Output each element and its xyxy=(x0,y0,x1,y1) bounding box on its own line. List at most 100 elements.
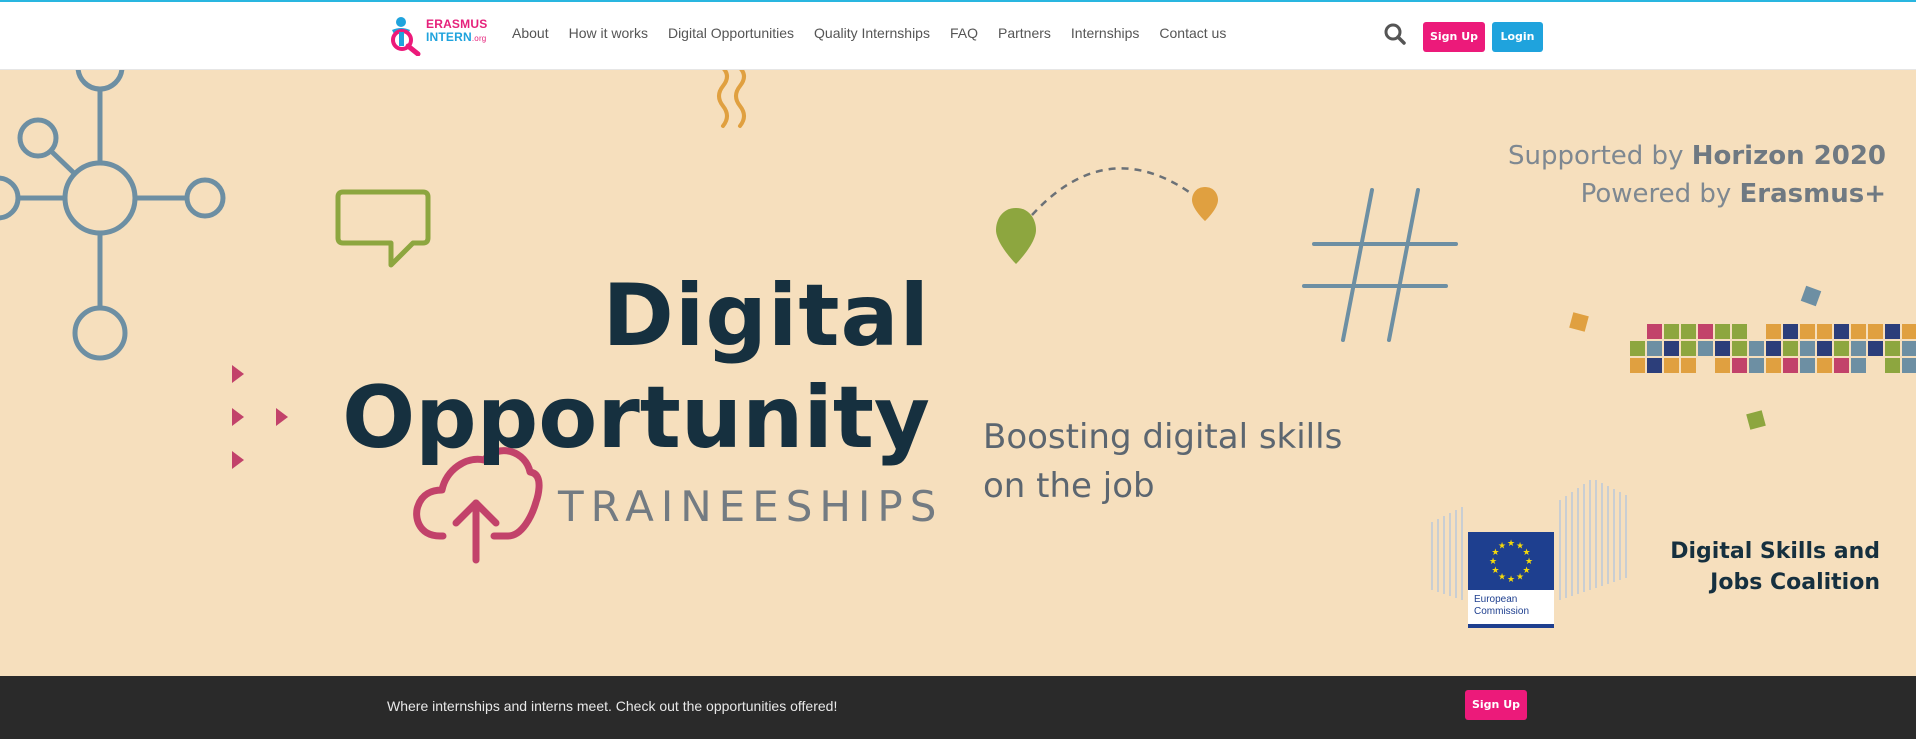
supported-prefix: Supported by xyxy=(1508,141,1684,171)
squiggle-icon xyxy=(717,70,746,128)
square-green xyxy=(1746,410,1766,430)
supported-name: Horizon 2020 xyxy=(1691,141,1886,171)
mosaic-tile xyxy=(1664,341,1679,356)
mosaic-tile xyxy=(1749,358,1764,373)
eu-flag-icon: ★ ★ ★ ★ ★ ★ ★ ★ ★ ★ ★ ★ xyxy=(1468,532,1554,590)
mosaic-tile xyxy=(1817,324,1832,339)
ec-label-line-2: Commission xyxy=(1474,606,1530,617)
mosaic-tile xyxy=(1681,341,1696,356)
mosaic-tile xyxy=(1834,358,1849,373)
mosaic-tile xyxy=(1630,341,1645,356)
mosaic-tile xyxy=(1885,324,1900,339)
nav-digital-opportunities[interactable]: Digital Opportunities xyxy=(668,22,794,44)
hero-subtitle: TRAINEESHIPS xyxy=(558,482,944,531)
site-logo[interactable]: ERASMUS INTERN.org xyxy=(388,14,487,56)
mosaic-tile xyxy=(1885,358,1900,373)
hero-title-line-2: Opportunity xyxy=(342,368,930,468)
eu-star: ★ xyxy=(1491,566,1499,576)
mosaic-tile xyxy=(1902,358,1916,373)
mosaic-tile xyxy=(1647,358,1662,373)
mosaic-tile xyxy=(1647,324,1662,339)
powered-name: Erasmus+ xyxy=(1739,179,1886,209)
mosaic-tile xyxy=(1749,341,1764,356)
mosaic-tile xyxy=(1868,341,1883,356)
nav-partners[interactable]: Partners xyxy=(998,22,1051,44)
login-button[interactable]: Login xyxy=(1492,22,1543,52)
mosaic-tile xyxy=(1868,324,1883,339)
mosaic-tile xyxy=(1715,341,1730,356)
coalition-line-2: Jobs Coalition xyxy=(1710,570,1880,595)
tagline-line-1: Boosting digital skills xyxy=(983,417,1343,457)
mosaic-tile xyxy=(1766,324,1781,339)
ec-bottom-bar xyxy=(1468,624,1554,628)
nav-faq[interactable]: FAQ xyxy=(950,22,978,44)
square-blue xyxy=(1800,285,1822,307)
mosaic-tile xyxy=(1834,341,1849,356)
eu-star: ★ xyxy=(1507,575,1515,585)
supported-line: Supported by Horizon 2020 xyxy=(1508,137,1886,175)
supported-by-block: Supported by Horizon 2020 Powered by Era… xyxy=(1508,137,1886,213)
mosaic-tile xyxy=(1783,341,1798,356)
eu-stars: ★ ★★★★★★★★★★★ xyxy=(1489,539,1533,585)
ec-label: European Commission xyxy=(1474,594,1529,618)
eu-star: ★ xyxy=(1489,557,1497,567)
cta-signup-button[interactable]: Sign Up xyxy=(1465,690,1527,720)
powered-prefix: Powered by xyxy=(1580,179,1732,209)
coalition-label: Digital Skills and Jobs Coalition xyxy=(1670,536,1880,598)
mosaic-tile xyxy=(1817,358,1832,373)
main-nav: About How it works Digital Opportunities… xyxy=(512,22,1246,44)
eu-star: ★ xyxy=(1507,539,1515,549)
mosaic-tile xyxy=(1902,324,1916,339)
location-pin-orange xyxy=(1192,187,1218,221)
mosaic-tile xyxy=(1851,341,1866,356)
mosaic-tile xyxy=(1732,358,1747,373)
mosaic-tile xyxy=(1800,358,1815,373)
logo-text: ERASMUS INTERN.org xyxy=(426,18,487,45)
mosaic-tile xyxy=(1885,341,1900,356)
powered-line: Powered by Erasmus+ xyxy=(1508,175,1886,213)
mosaic-tile xyxy=(1630,358,1645,373)
mosaic-tile xyxy=(1800,341,1815,356)
hero-title-line-1: Digital xyxy=(602,266,930,366)
nav-how-it-works[interactable]: How it works xyxy=(569,22,648,44)
mosaic-tile xyxy=(1766,341,1781,356)
mosaic-tile xyxy=(1698,324,1713,339)
hashtag-icon xyxy=(1302,188,1458,342)
mosaic-tile xyxy=(1664,324,1679,339)
hero-banner: Digital Opportunity TRAINEESHIPS Boostin… xyxy=(0,70,1916,676)
cta-bar: Where internships and interns meet. Chec… xyxy=(0,676,1916,739)
mosaic-tile xyxy=(1783,358,1798,373)
nav-internships[interactable]: Internships xyxy=(1071,22,1139,44)
mosaic-tile xyxy=(1851,358,1866,373)
eu-star: ★ xyxy=(1498,541,1506,551)
location-pin-green xyxy=(996,208,1036,264)
square-orange xyxy=(1569,312,1589,332)
mosaic-tile xyxy=(1647,341,1662,356)
arrow-triangles xyxy=(232,365,288,469)
erasmus-intern-logo-icon xyxy=(391,17,421,56)
mosaic-tile xyxy=(1800,324,1815,339)
nav-about[interactable]: About xyxy=(512,22,549,44)
mosaic-tile xyxy=(1783,324,1798,339)
mosaic-tile xyxy=(1681,358,1696,373)
eu-star: ★ xyxy=(1516,573,1524,583)
mosaic-tile xyxy=(1834,324,1849,339)
mosaic-tile xyxy=(1698,341,1713,356)
mosaic-tile xyxy=(1715,358,1730,373)
mosaic-tile xyxy=(1766,358,1781,373)
nav-contact-us[interactable]: Contact us xyxy=(1159,22,1226,44)
mosaic-tile xyxy=(1817,341,1832,356)
search-icon[interactable] xyxy=(1383,22,1407,46)
network-icon xyxy=(0,70,226,361)
hero-tagline: Boosting digital skills on the job xyxy=(983,413,1403,511)
mosaic-tile xyxy=(1681,324,1696,339)
logo-line-2: INTERN.org xyxy=(426,30,487,44)
mosaic-tile xyxy=(1851,324,1866,339)
mosaic-tile xyxy=(1715,324,1730,339)
mosaic-tile xyxy=(1732,341,1747,356)
signup-button[interactable]: Sign Up xyxy=(1423,22,1485,52)
color-mosaic xyxy=(1630,324,1916,373)
ec-label-line-1: European xyxy=(1474,594,1518,605)
mosaic-tile xyxy=(1902,341,1916,356)
nav-quality-internships[interactable]: Quality Internships xyxy=(814,22,930,44)
